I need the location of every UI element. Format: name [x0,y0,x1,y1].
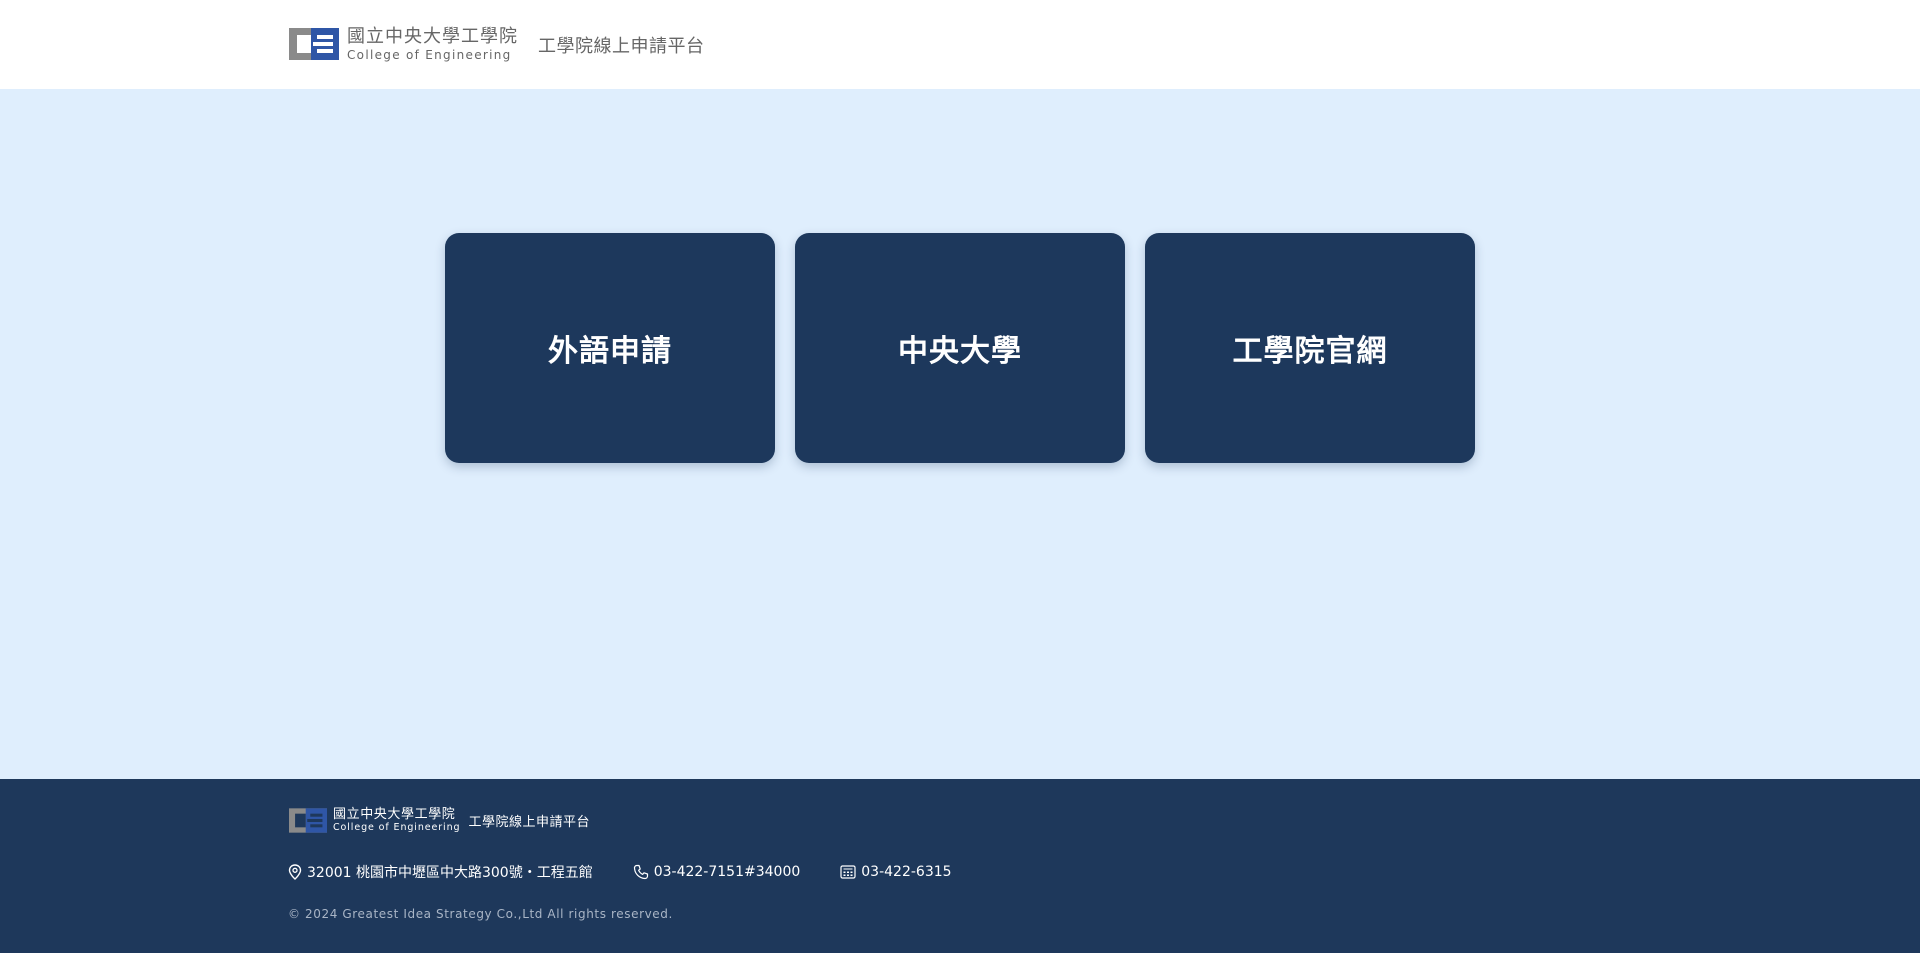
contact-info: 32001 桃園市中壢區中大路300號・工程五館 03-422-7151#340… [288,862,992,882]
site-footer: 國立中央大學工學院 College of Engineering 工學院線上申請… [0,779,1920,953]
site-header: 國立中央大學工學院 College of Engineering 工學院線上申請… [0,0,1920,89]
card-foreign-language-application[interactable]: 外語申請 [445,233,775,463]
logo-english-name: College of Engineering [347,47,512,62]
card-college-website[interactable]: 工學院官網 [1145,233,1475,463]
college-logo-text: 國立中央大學工學院 College of Engineering [347,25,518,62]
phone-text: 03-422-7151#34000 [653,864,801,880]
fax-text: 03-422-6315 [861,864,952,880]
address-info: 32001 桃園市中壢區中大路300號・工程五館 [288,862,593,882]
site-title: 工學院線上申請平台 [538,36,705,57]
college-logo-icon [289,28,339,60]
main-content: 外語申請 中央大學 工學院官網 [0,89,1920,779]
copyright-text: © 2024 Greatest Idea Strategy Co.,Ltd Al… [288,907,673,921]
fax-info: 03-422-6315 [840,864,952,880]
logo-chinese-name: 國立中央大學工學院 [347,25,518,47]
footer-brand: 國立中央大學工學院 College of Engineering 工學院線上申請… [289,805,590,835]
address-text: 32001 桃園市中壢區中大路300號・工程五館 [307,865,593,881]
phone-icon [633,864,648,880]
card-central-university[interactable]: 中央大學 [795,233,1125,463]
brand-home-link[interactable]: 國立中央大學工學院 College of Engineering 工學院線上申請… [289,26,705,62]
link-card-row: 外語申請 中央大學 工學院官網 [445,233,1475,463]
footer-logo-english-name: College of Engineering [333,821,461,833]
footer-logo-text: 國立中央大學工學院 College of Engineering [333,808,460,833]
card-label: 外語申請 [548,334,672,369]
card-label: 工學院官網 [1232,334,1388,369]
footer-college-logo-icon [289,807,327,833]
footer-site-title: 工學院線上申請平台 [468,814,590,830]
phone-info[interactable]: 03-422-7151#34000 [633,864,801,880]
fax-icon [840,865,856,879]
map-pin-icon [288,864,302,880]
footer-logo-chinese-name: 國立中央大學工學院 [333,806,456,822]
card-label: 中央大學 [898,334,1022,369]
